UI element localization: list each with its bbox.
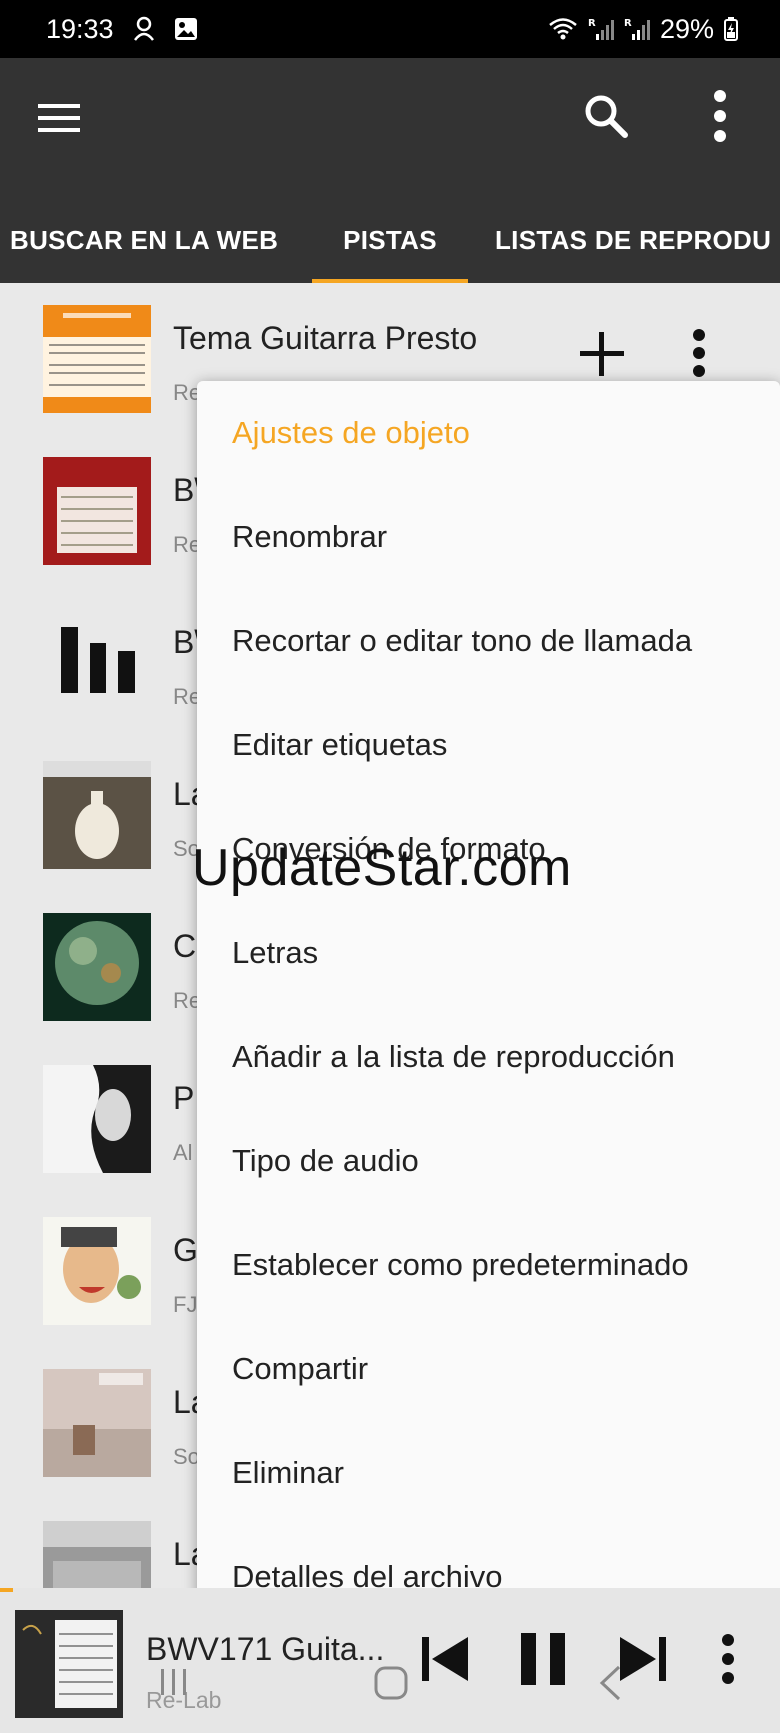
- album-cover: [43, 913, 151, 1021]
- context-menu: Ajustes de objeto Renombrar Recortar o e…: [197, 381, 780, 1629]
- status-bar: 19:33 R R 29%: [0, 0, 780, 58]
- album-cover: [43, 1217, 151, 1325]
- image-icon: [174, 17, 198, 41]
- menu-item-share[interactable]: Compartir: [232, 1317, 772, 1421]
- album-cover: [43, 305, 151, 413]
- pause-icon[interactable]: [517, 1629, 569, 1689]
- more-vert-icon[interactable]: [690, 328, 708, 378]
- signal-r-icon: R: [588, 16, 614, 42]
- menu-item-ringtone-edit[interactable]: Recortar o editar tono de llamada: [232, 589, 772, 693]
- menu-icon[interactable]: [32, 96, 88, 140]
- tab-playlists[interactable]: LISTAS DE REPRODU: [468, 198, 771, 283]
- album-cover: [43, 457, 151, 565]
- signal-r-icon: R: [624, 16, 650, 42]
- track-artist: So: [173, 1444, 200, 1469]
- menu-item-set-default[interactable]: Establecer como predeterminado: [232, 1213, 772, 1317]
- search-icon[interactable]: [580, 90, 632, 142]
- tab-web-search[interactable]: BUSCAR EN LA WEB: [0, 198, 312, 283]
- status-time: 19:33: [46, 13, 114, 44]
- back-icon[interactable]: [597, 1664, 623, 1702]
- more-vert-icon[interactable]: [700, 88, 740, 144]
- menu-item-lyrics[interactable]: Letras: [232, 901, 772, 1005]
- add-icon[interactable]: [576, 328, 628, 380]
- svg-text:R: R: [588, 18, 596, 29]
- recents-icon[interactable]: [157, 1665, 191, 1699]
- menu-item-add-to-playlist[interactable]: Añadir a la lista de reproducción: [232, 1005, 772, 1109]
- now-playing-title: BWV171 Guita...: [146, 1631, 385, 1667]
- album-cover: [43, 1065, 151, 1173]
- track-title: Tema Guitarra Presto: [173, 320, 478, 356]
- wifi-icon: [548, 17, 578, 41]
- playback-progress: [0, 1588, 14, 1592]
- equalizer-icon: [43, 609, 151, 717]
- watermark: UpdateStar.com: [192, 839, 572, 897]
- battery-charging-icon: [724, 17, 738, 41]
- track-title: C: [173, 928, 197, 964]
- track-title: G: [173, 1232, 198, 1268]
- menu-item-audio-type[interactable]: Tipo de audio: [232, 1109, 772, 1213]
- menu-item-edit-tags[interactable]: Editar etiquetas: [232, 693, 772, 797]
- privacy-icon: [132, 16, 156, 42]
- menu-item-delete[interactable]: Eliminar: [232, 1421, 772, 1525]
- menu-header: Ajustes de objeto: [232, 415, 470, 450]
- now-playing-bar[interactable]: BWV171 Guita... Re-Lab: [0, 1588, 780, 1733]
- skip-previous-icon[interactable]: [418, 1631, 474, 1687]
- album-cover: [43, 1369, 151, 1477]
- svg-text:R: R: [624, 18, 632, 29]
- tab-bar: BUSCAR EN LA WEB PISTAS LISTAS DE REPROD…: [0, 198, 780, 283]
- track-title: P: [173, 1080, 195, 1116]
- track-artist: Al: [173, 1140, 193, 1165]
- battery-percent: 29%: [659, 13, 714, 44]
- track-artist: FJ: [173, 1292, 198, 1317]
- album-cover: [43, 761, 151, 869]
- tab-tracks[interactable]: PISTAS: [312, 198, 468, 283]
- album-cover: [43, 1521, 151, 1588]
- now-playing-cover: [15, 1610, 123, 1718]
- menu-item-rename[interactable]: Renombrar: [232, 485, 772, 589]
- home-icon[interactable]: [373, 1665, 409, 1701]
- app-bar: BUSCAR EN LA WEB PISTAS LISTAS DE REPROD…: [0, 58, 780, 283]
- more-vert-icon[interactable]: [719, 1633, 737, 1685]
